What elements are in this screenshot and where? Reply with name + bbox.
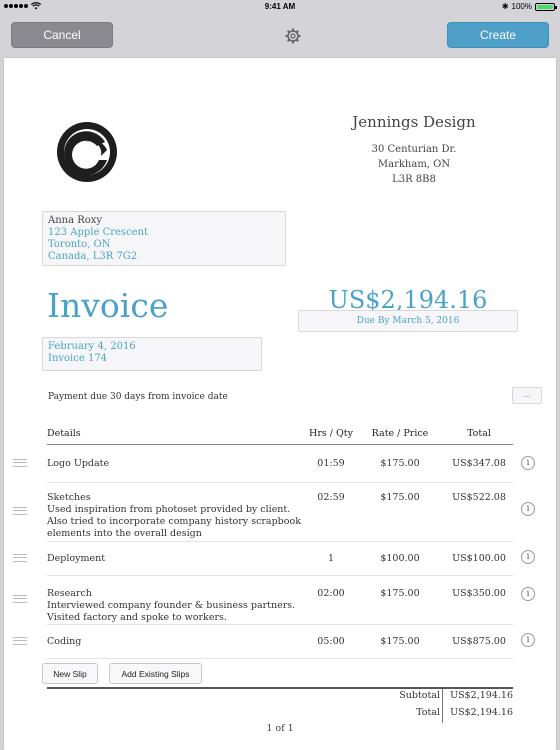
invoice-date: February 4, 2016 bbox=[48, 341, 136, 352]
drag-handle-icon[interactable] bbox=[13, 595, 27, 603]
battery-percent: 100% bbox=[511, 2, 532, 11]
battery-icon bbox=[535, 2, 557, 11]
invoice-number: Invoice 174 bbox=[48, 353, 108, 364]
table-row[interactable]: Deployment 1 $100.00 US$100.00 i bbox=[4, 542, 556, 574]
row-divider bbox=[47, 658, 513, 659]
subtotal-label: Subtotal bbox=[399, 690, 440, 701]
new-slip-button[interactable]: New Slip bbox=[42, 663, 98, 684]
company-address-line: 30 Centurian Dr. bbox=[371, 144, 457, 155]
drag-handle-icon[interactable] bbox=[13, 459, 27, 467]
info-icon[interactable]: i bbox=[521, 587, 535, 601]
company-address-line: L3R 8B8 bbox=[392, 174, 436, 185]
row-description: Interviewed company founder & business p… bbox=[47, 600, 296, 623]
more-button[interactable]: ... bbox=[512, 387, 542, 404]
row-hrs: 01:59 bbox=[317, 458, 345, 469]
drag-handle-icon[interactable] bbox=[13, 637, 27, 645]
totals-separator bbox=[442, 689, 443, 723]
page-indicator: 1 of 1 bbox=[266, 723, 294, 734]
row-rate: $175.00 bbox=[380, 492, 420, 503]
client-city: Toronto, ON bbox=[48, 239, 111, 250]
row-title: Research bbox=[47, 588, 92, 599]
header-hrs-qty: Hrs / Qty bbox=[309, 428, 353, 439]
row-total: US$100.00 bbox=[452, 553, 506, 564]
row-hrs: 02:00 bbox=[317, 588, 345, 599]
row-title: Logo Update bbox=[47, 458, 110, 469]
totals-divider bbox=[47, 687, 513, 689]
invoice-sheet: Jennings Design 30 Centurian Dr. Markham… bbox=[4, 58, 556, 750]
client-box[interactable]: Anna Roxy 123 Apple Crescent Toronto, ON… bbox=[42, 211, 286, 266]
company-name[interactable]: Jennings Design bbox=[294, 113, 534, 131]
invoice-title: Invoice bbox=[47, 286, 169, 325]
drag-handle-icon[interactable] bbox=[13, 554, 27, 562]
total-value: US$2,194.16 bbox=[450, 707, 513, 718]
total-label: Total bbox=[416, 707, 440, 718]
row-hrs: 1 bbox=[327, 553, 335, 564]
row-total: US$347.08 bbox=[452, 458, 506, 469]
table-row[interactable]: Logo Update 01:59 $175.00 US$347.08 i bbox=[4, 446, 556, 482]
gear-icon[interactable] bbox=[285, 28, 301, 44]
due-date-field[interactable]: Due By March 5, 2016 bbox=[298, 310, 518, 332]
row-description: Used inspiration from photoset provided … bbox=[47, 504, 301, 539]
row-total: US$875.00 bbox=[452, 636, 506, 647]
invoice-date-box[interactable]: February 4, 2016 Invoice 174 bbox=[42, 337, 262, 371]
row-rate: $100.00 bbox=[380, 553, 420, 564]
row-total: US$350.00 bbox=[452, 588, 506, 599]
table-row[interactable]: Research Interviewed company founder & b… bbox=[4, 576, 556, 623]
info-icon[interactable]: i bbox=[521, 456, 535, 470]
bluetooth-icon: ✱ bbox=[501, 2, 509, 11]
create-button[interactable]: Create bbox=[447, 22, 549, 48]
subtotal-value: US$2,194.16 bbox=[450, 690, 513, 701]
client-country: Canada, L3R 7G2 bbox=[48, 251, 138, 262]
company-address-line: Markham, ON bbox=[377, 159, 451, 170]
info-icon[interactable]: i bbox=[521, 550, 535, 564]
company-logo[interactable] bbox=[55, 120, 119, 184]
row-hrs: 02:59 bbox=[317, 492, 345, 503]
table-row[interactable]: Coding 05:00 $175.00 US$875.00 i bbox=[4, 625, 556, 658]
row-rate: $175.00 bbox=[380, 588, 420, 599]
header-rate-price: Rate / Price bbox=[371, 428, 429, 439]
row-title: Coding bbox=[47, 636, 82, 647]
status-time: 9:41 AM bbox=[264, 2, 296, 11]
row-title: Sketches bbox=[47, 492, 91, 503]
cancel-button[interactable]: Cancel bbox=[11, 22, 113, 48]
info-icon[interactable]: i bbox=[521, 502, 535, 516]
row-total: US$522.08 bbox=[452, 492, 506, 503]
info-icon[interactable]: i bbox=[521, 633, 535, 647]
header-details: Details bbox=[47, 428, 81, 439]
drag-handle-icon[interactable] bbox=[13, 507, 27, 515]
payment-terms[interactable]: Payment due 30 days from invoice date bbox=[48, 392, 228, 402]
add-existing-slips-button[interactable]: Add Existing Slips bbox=[109, 663, 202, 684]
header-divider bbox=[47, 444, 513, 445]
row-title: Deployment bbox=[47, 553, 106, 564]
table-row[interactable]: Sketches Used inspiration from photoset … bbox=[4, 483, 556, 540]
header-total: Total bbox=[467, 428, 491, 439]
status-bar: 9:41 AM ✱ 100% bbox=[0, 0, 560, 14]
row-hrs: 05:00 bbox=[317, 636, 345, 647]
client-name: Anna Roxy bbox=[48, 215, 103, 226]
row-rate: $175.00 bbox=[380, 636, 420, 647]
client-street: 123 Apple Crescent bbox=[48, 227, 149, 238]
row-rate: $175.00 bbox=[380, 458, 420, 469]
